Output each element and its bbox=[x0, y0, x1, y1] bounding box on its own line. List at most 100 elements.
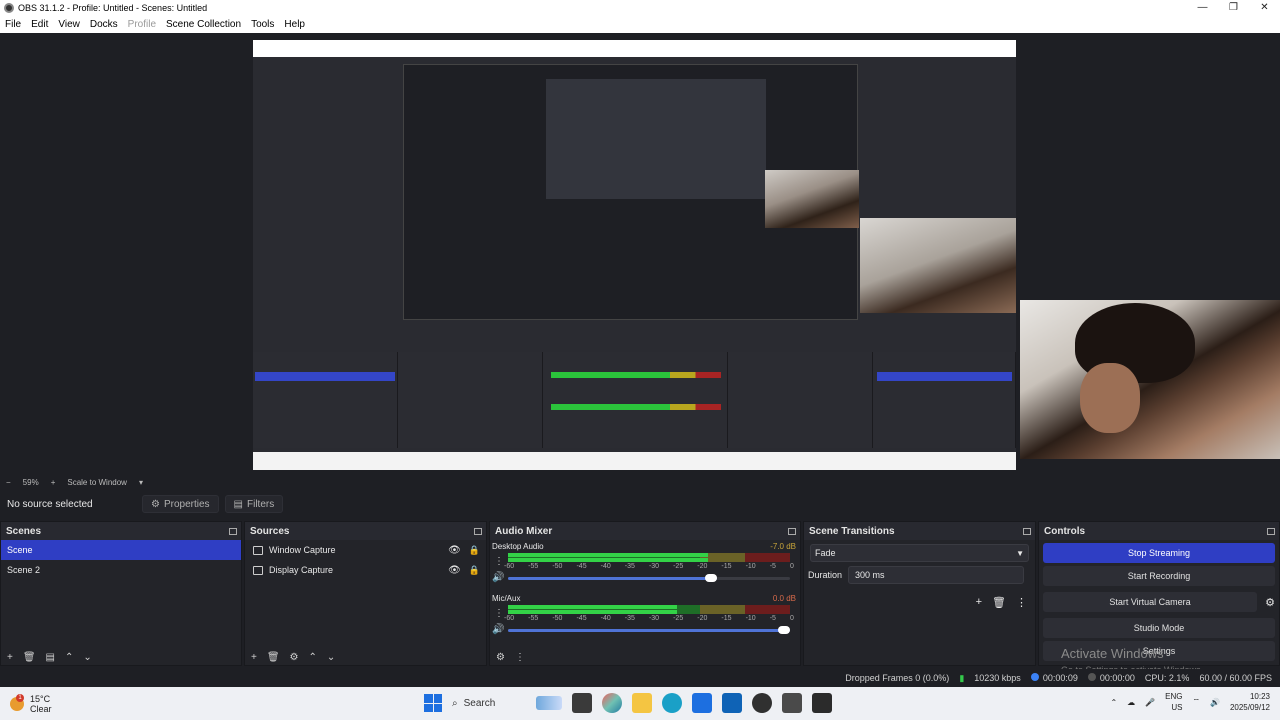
properties-label: Properties bbox=[163, 498, 210, 510]
gear-icon: ⚙ bbox=[151, 498, 160, 510]
studio-mode-button[interactable]: Studio Mode bbox=[1043, 618, 1275, 638]
source-item[interactable]: Display Capture 👁 🔒 bbox=[245, 560, 486, 580]
trash-icon[interactable]: 🗑 bbox=[267, 652, 280, 663]
arrow-down-icon[interactable]: ⌄ bbox=[83, 652, 91, 663]
menu-profile[interactable]: Profile bbox=[123, 19, 161, 30]
menu-docks[interactable]: Docks bbox=[85, 19, 123, 30]
dock-popout-icon[interactable] bbox=[1267, 527, 1275, 535]
taskbar-search[interactable]: ⌕ Search bbox=[452, 691, 562, 715]
dock-popout-icon[interactable] bbox=[474, 527, 482, 535]
menu-file[interactable]: File bbox=[0, 19, 26, 30]
outlook-icon[interactable] bbox=[722, 693, 742, 713]
monitor-icon bbox=[253, 565, 263, 575]
obs-app-icon[interactable] bbox=[752, 693, 772, 713]
store-icon[interactable] bbox=[692, 693, 712, 713]
windows-start-icon[interactable] bbox=[424, 694, 442, 712]
nested-transitions-dock bbox=[728, 352, 873, 448]
controls-header: Controls bbox=[1039, 522, 1279, 540]
gear-icon[interactable]: ⚙ bbox=[1261, 596, 1279, 609]
weather-widget[interactable]: 1 15°C Clear bbox=[0, 693, 120, 714]
meter-level bbox=[508, 558, 709, 562]
scale-mode-select[interactable]: Scale to Window bbox=[61, 478, 133, 487]
kebab-menu-icon[interactable]: ⋮ bbox=[515, 652, 525, 663]
dock-popout-icon[interactable] bbox=[788, 527, 796, 535]
title-bar: OBS 31.1.2 - Profile: Untitled - Scenes:… bbox=[0, 0, 1280, 15]
window-controls: — ❐ ✕ bbox=[1187, 2, 1280, 13]
file-explorer-icon[interactable] bbox=[632, 693, 652, 713]
network-icon[interactable]: ☁ bbox=[1127, 698, 1135, 707]
menu-tools[interactable]: Tools bbox=[246, 19, 279, 30]
nested-meter-mic bbox=[551, 404, 721, 410]
copilot-icon[interactable] bbox=[602, 693, 622, 713]
language-indicator[interactable]: ENG US bbox=[1165, 691, 1182, 713]
add-icon[interactable]: + bbox=[976, 596, 982, 609]
task-view-icon[interactable] bbox=[572, 693, 592, 713]
filter-icon[interactable]: ▤ bbox=[46, 652, 55, 663]
dock-popout-icon[interactable] bbox=[1023, 527, 1031, 535]
kebab-menu-icon[interactable]: ⋮ bbox=[494, 608, 504, 619]
volume-slider[interactable] bbox=[508, 626, 790, 634]
chevron-down-icon[interactable]: ▾ bbox=[133, 478, 149, 487]
lock-icon[interactable]: 🔒 bbox=[469, 565, 480, 576]
wifi-icon[interactable]: ⌔ bbox=[1192, 697, 1200, 707]
filters-button[interactable]: ▤ Filters bbox=[224, 495, 284, 513]
start-recording-button[interactable]: Start Recording bbox=[1043, 566, 1275, 586]
meter-tick-label: -45 bbox=[576, 615, 587, 622]
gear-icon[interactable]: ⚙ bbox=[290, 652, 299, 663]
controls-dock: Controls Stop Streaming Start Recording … bbox=[1038, 521, 1280, 675]
minimize-button[interactable]: — bbox=[1187, 2, 1218, 13]
camera-app-icon[interactable] bbox=[782, 693, 802, 713]
tray-overflow-icon[interactable]: ⌃ bbox=[1110, 698, 1117, 707]
close-button[interactable]: ✕ bbox=[1249, 2, 1280, 13]
weather-condition: Clear bbox=[30, 703, 52, 714]
epic-games-icon[interactable] bbox=[812, 693, 832, 713]
preview-area[interactable] bbox=[0, 33, 1280, 475]
transition-select[interactable]: Fade ▼ bbox=[810, 544, 1029, 562]
transitions-body: Fade ▼ Duration 300 ms + 🗑 ⋮ bbox=[804, 544, 1035, 671]
menu-view[interactable]: View bbox=[53, 19, 85, 30]
meter-tick-label: -25 bbox=[673, 615, 684, 622]
arrow-up-icon[interactable]: ⌃ bbox=[309, 652, 317, 663]
volume-icon[interactable]: 🔊 bbox=[1210, 698, 1220, 707]
advanced-audio-icon[interactable]: ⚙ bbox=[496, 652, 505, 663]
eye-icon[interactable]: 👁 bbox=[448, 565, 461, 576]
zoom-out-button[interactable]: − bbox=[0, 478, 17, 487]
edge-browser-icon[interactable] bbox=[662, 693, 682, 713]
duration-value: 300 ms bbox=[855, 570, 885, 580]
menu-scene-collection[interactable]: Scene Collection bbox=[161, 19, 246, 30]
speaker-icon[interactable]: 🔊 bbox=[492, 624, 504, 635]
volume-slider[interactable] bbox=[508, 574, 790, 582]
nested-mixer-dock bbox=[543, 352, 728, 448]
lock-icon[interactable]: 🔒 bbox=[469, 545, 480, 556]
add-icon[interactable]: + bbox=[251, 652, 257, 663]
slider-handle[interactable] bbox=[704, 574, 717, 582]
meter-tick-label: -10 bbox=[745, 615, 756, 622]
arrow-down-icon[interactable]: ⌄ bbox=[327, 652, 335, 663]
dock-popout-icon[interactable] bbox=[229, 527, 237, 535]
duration-input[interactable]: 300 ms bbox=[848, 566, 1025, 584]
eye-icon[interactable]: 👁 bbox=[448, 545, 461, 556]
properties-button[interactable]: ⚙ Properties bbox=[142, 495, 219, 513]
kebab-menu-icon[interactable]: ⋮ bbox=[494, 556, 504, 567]
start-virtual-camera-button[interactable]: Start Virtual Camera bbox=[1043, 592, 1257, 612]
trash-icon[interactable]: 🗑 bbox=[23, 652, 36, 663]
meter-ticks: -60 -55 -50 -45 -40 -35 -30 -25 -20 -15 -10 -5 0 bbox=[504, 563, 794, 570]
speaker-icon[interactable]: 🔊 bbox=[492, 572, 504, 583]
menu-edit[interactable]: Edit bbox=[26, 19, 53, 30]
source-item[interactable]: Window Capture 👁 🔒 bbox=[245, 540, 486, 560]
arrow-up-icon[interactable]: ⌃ bbox=[65, 652, 73, 663]
slider-handle[interactable] bbox=[778, 626, 790, 634]
menu-help[interactable]: Help bbox=[279, 19, 310, 30]
maximize-button[interactable]: ❐ bbox=[1218, 2, 1249, 13]
scene-item[interactable]: Scene 2 bbox=[1, 560, 241, 580]
trash-icon[interactable]: 🗑 bbox=[992, 596, 1006, 609]
clock[interactable]: 10:23 2025/09/12 bbox=[1230, 691, 1270, 713]
scene-item[interactable]: Scene bbox=[1, 540, 241, 560]
add-icon[interactable]: + bbox=[7, 652, 13, 663]
zoom-in-button[interactable]: + bbox=[45, 478, 62, 487]
microphone-icon[interactable]: 🎤 bbox=[1145, 698, 1155, 707]
kebab-menu-icon[interactable]: ⋮ bbox=[1016, 596, 1027, 609]
preview-canvas[interactable] bbox=[253, 40, 1016, 470]
stop-streaming-button[interactable]: Stop Streaming bbox=[1043, 543, 1275, 563]
meter-tick-label: -35 bbox=[624, 615, 635, 622]
